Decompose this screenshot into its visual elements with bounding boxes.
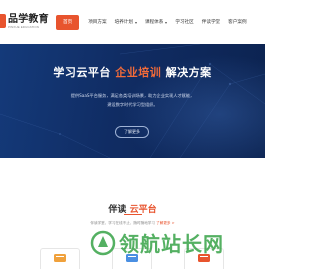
nav-item-label: 首页 xyxy=(63,20,73,25)
nav-item-label: 学习社区 xyxy=(175,20,194,25)
hero-title-post: 解决方案 xyxy=(165,66,212,79)
nav-item-label: 课程体系 xyxy=(144,20,164,25)
nav-item-reading-school[interactable]: 伴读学堂 xyxy=(202,15,220,30)
nav-item-label: 客户案例 xyxy=(228,20,247,25)
card-feature-icon xyxy=(54,254,66,262)
hero-title: 学习云平台 企业培训 解决方案 xyxy=(0,64,265,80)
caret-down-icon xyxy=(165,21,168,24)
learn-more-button[interactable]: 了解更多 xyxy=(115,126,149,138)
card-feature-icon xyxy=(126,254,138,262)
nav-item-solutions[interactable]: 项目方案 xyxy=(88,15,106,30)
nav-item-cases[interactable]: 客户案例 xyxy=(228,15,246,30)
nav-item-training-plan[interactable]: 培养计划 xyxy=(115,15,137,30)
hero-description-line2: 建设数字时代学习型组织。 xyxy=(107,102,158,107)
caret-down-icon xyxy=(134,21,137,24)
nav-item-courses[interactable]: 课程体系 xyxy=(144,15,168,30)
nav-item-home[interactable]: 首页 xyxy=(56,15,80,30)
nav-item-label: 项目方案 xyxy=(88,20,107,25)
brand-subtitle: PINXUE EDUCATION xyxy=(8,25,40,29)
logo-mark-icon xyxy=(0,14,6,28)
section-learn-more-link[interactable]: 了解更多 > xyxy=(156,221,175,225)
nav-item-community[interactable]: 学习社区 xyxy=(175,15,193,30)
brand-name: 品学教育 xyxy=(8,14,49,25)
hero-decoration xyxy=(0,44,265,158)
logo-text: 品学教育 PINXUE EDUCATION xyxy=(8,14,49,29)
nav-item-label: 伴读学堂 xyxy=(201,20,221,25)
hero-description-line1: 提供SaaS平台服务，满足各类培训场景，助力企业实现人才赋能， xyxy=(70,93,195,98)
card-feature-icon xyxy=(198,254,210,262)
nav-item-label: 培养计划 xyxy=(114,20,133,25)
site-header: 品学教育 PINXUE EDUCATION 首页 项目方案 培养计划 课程体系 … xyxy=(0,0,265,44)
hero-banner: 学习云平台 企业培训 解决方案 提供SaaS平台服务，满足各类培训场景，助力企业… xyxy=(0,44,265,158)
feature-card[interactable] xyxy=(40,248,80,269)
section-description-text: 伴读学堂，学习在线不止，随时随地学习 xyxy=(90,221,155,225)
section-description: 伴读学堂，学习在线不止，随时随地学习 了解更多 > xyxy=(0,221,265,226)
feature-card[interactable] xyxy=(184,248,224,269)
hero-title-pre: 学习云平台 xyxy=(53,66,111,79)
hero-title-highlight: 企业培训 xyxy=(115,66,162,79)
feature-card[interactable] xyxy=(112,248,152,269)
brand-logo[interactable]: 品学教育 PINXUE EDUCATION xyxy=(0,14,49,29)
section-title-underline xyxy=(124,214,142,216)
main-nav: 首页 项目方案 培养计划 课程体系 学习社区 伴读学堂 客户案例 xyxy=(56,15,255,30)
